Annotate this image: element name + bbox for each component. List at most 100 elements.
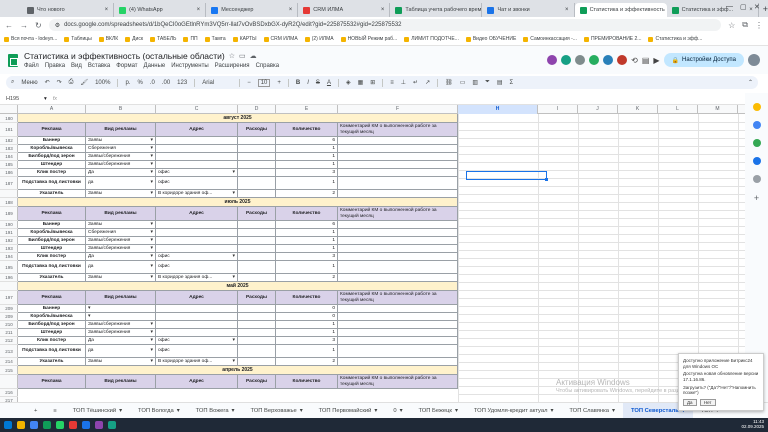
qty-cell[interactable]: 3 (276, 337, 338, 345)
address-cell[interactable] (156, 229, 238, 237)
ad-name-cell[interactable]: Коробль/вывеска (18, 229, 86, 237)
address-cell[interactable]: офис (156, 337, 238, 345)
menu-item[interactable]: Вставка (88, 63, 110, 69)
bookmark-item[interactable]: НОВЫЙ Режим раб... (340, 36, 397, 42)
ad-type-dropdown[interactable]: Заявы/сбережения (86, 245, 156, 253)
star-icon[interactable]: ☆ (229, 52, 235, 60)
redo-icon[interactable]: ↷ (57, 79, 62, 86)
row-number[interactable]: 194 (0, 253, 18, 261)
table-row[interactable]: УказательЗаявыВ коридоре здания оф... 2 (18, 190, 458, 198)
menu-item[interactable]: Данные (144, 63, 166, 69)
align-horizontal-icon[interactable]: ≡ (390, 80, 394, 86)
sheet-tab[interactable]: ТОП Удомля-кредит актуал ▾ (466, 403, 562, 418)
qty-cell[interactable]: 3 (276, 253, 338, 261)
qty-cell[interactable]: 2 (276, 190, 338, 198)
address-cell[interactable]: офис (156, 345, 238, 358)
forward-icon[interactable]: → (20, 21, 28, 30)
bookmark-item[interactable]: Самоинкассация -... (523, 36, 577, 42)
address-cell[interactable]: офис (156, 177, 238, 190)
tasks-icon[interactable] (752, 139, 761, 147)
table-row[interactable]: Клик постерДаофис 3 (18, 169, 458, 177)
table-row[interactable]: УказательЗаявыВ коридоре здания оф... 2 (18, 358, 458, 366)
browser-tab[interactable]: Мессенджер × (206, 3, 299, 17)
cloud-status-icon[interactable]: ☁ (250, 52, 257, 60)
cost-cell[interactable] (238, 358, 276, 366)
table-row[interactable]: Коробль/вывескаСбережения 1 (18, 229, 458, 237)
ad-type-dropdown[interactable]: Заявы (86, 358, 156, 366)
column-header[interactable]: M (698, 105, 738, 114)
borders-icon[interactable]: ▦ (358, 79, 364, 86)
comment-cell[interactable] (338, 261, 458, 274)
address-cell[interactable] (156, 145, 238, 153)
ad-type-dropdown[interactable]: Заявы/сбережения (86, 161, 156, 169)
cost-cell[interactable] (238, 221, 276, 229)
sheet-tab-menu-icon[interactable]: ▾ (177, 408, 180, 414)
row-number[interactable]: 195 (0, 261, 18, 274)
comment-cell[interactable] (338, 321, 458, 329)
cost-cell[interactable] (238, 229, 276, 237)
sheet-tab-menu-icon[interactable]: ▾ (455, 408, 458, 414)
bold-button[interactable]: B (296, 80, 300, 86)
qty-cell[interactable]: 1 (276, 237, 338, 245)
qty-cell[interactable]: 2 (276, 274, 338, 282)
ad-name-cell[interactable]: Указатель (18, 358, 86, 366)
formula-input[interactable] (57, 94, 745, 104)
bookmark-item[interactable]: Тамта (204, 36, 226, 42)
address-cell[interactable] (156, 329, 238, 337)
row-number[interactable]: 215 (0, 366, 18, 375)
font-size-increase[interactable]: + (277, 80, 281, 86)
ad-name-cell[interactable]: Подставка под листовки (18, 261, 86, 274)
decrease-decimal-button[interactable]: .0 (150, 80, 155, 86)
collaborator-avatar-icon[interactable] (547, 55, 558, 65)
row-number[interactable] (0, 375, 18, 389)
row-number[interactable]: 212 (0, 337, 18, 345)
ad-name-cell[interactable]: Клик постер (18, 253, 86, 261)
ad-type-dropdown[interactable]: Сбережения (86, 145, 156, 153)
menu-item[interactable]: Файл (24, 63, 39, 69)
ad-name-cell[interactable]: Баннер (18, 137, 86, 145)
browser-menu-icon[interactable]: ⋮ (755, 21, 763, 30)
address-cell[interactable] (156, 321, 238, 329)
browser-tab[interactable]: Что нового × (22, 3, 115, 17)
ad-name-cell[interactable]: Билборд/под зерон (18, 153, 86, 161)
month-title-row[interactable]: апрель 2025 (18, 366, 458, 375)
add-addon-icon[interactable]: + (754, 193, 759, 203)
row-number[interactable]: 211 (0, 329, 18, 337)
row-number[interactable]: 183 (0, 145, 18, 153)
fill-handle[interactable] (545, 178, 548, 181)
ad-type-dropdown[interactable] (86, 305, 156, 313)
qty-cell[interactable]: 1 (276, 245, 338, 253)
column-header[interactable]: D (238, 105, 276, 114)
bookmark-item[interactable]: ТАБЕЛЬ (150, 36, 176, 42)
app-task-icon[interactable] (82, 421, 90, 429)
menu-search[interactable]: Меню (21, 80, 37, 86)
collaborator-avatar-icon[interactable] (561, 55, 572, 65)
ad-name-cell[interactable]: Подставка под листовки (18, 177, 86, 190)
maps-icon[interactable] (752, 175, 761, 183)
browser-tab[interactable]: Таблица учета рабочего времени× (390, 3, 483, 17)
table-row[interactable]: Коробль/вывеска 0 (18, 313, 458, 321)
browser-tab[interactable]: CRM ИЛМА × (298, 3, 391, 17)
ad-type-dropdown[interactable]: Заявы/сбережения (86, 329, 156, 337)
qty-cell[interactable]: 6 (276, 221, 338, 229)
bookmark-star-icon[interactable]: ☆ (728, 21, 735, 30)
ad-name-cell[interactable]: Штендер (18, 161, 86, 169)
bookmark-item[interactable]: Таблицы (64, 36, 92, 42)
qty-cell[interactable]: 0 (276, 305, 338, 313)
cost-cell[interactable] (238, 274, 276, 282)
comment-cell[interactable] (338, 221, 458, 229)
row-number[interactable] (0, 190, 18, 198)
meet-icon[interactable]: ▶ (653, 56, 659, 65)
cost-cell[interactable] (238, 329, 276, 337)
bookmark-item[interactable]: ВКЛК (98, 36, 118, 42)
spreadsheet-grid[interactable]: ABCDEFHIJKLM 180 181 182 183 184 185 186 187 188… (0, 105, 745, 402)
row-number[interactable]: 186 (0, 169, 18, 177)
currency-format-button[interactable]: р. (125, 80, 130, 86)
menu-item[interactable]: Вид (71, 63, 82, 69)
sheet-tab[interactable]: ТОП Вологда ▾ (130, 403, 188, 418)
sheet-tab-menu-icon[interactable]: ▾ (300, 408, 303, 414)
ad-name-cell[interactable]: Клик постер (18, 337, 86, 345)
table-row[interactable]: БаннерЗаявы 6 (18, 221, 458, 229)
sheet-tab[interactable]: ТОП Первомайский ▾ (311, 403, 386, 418)
cost-cell[interactable] (238, 345, 276, 358)
